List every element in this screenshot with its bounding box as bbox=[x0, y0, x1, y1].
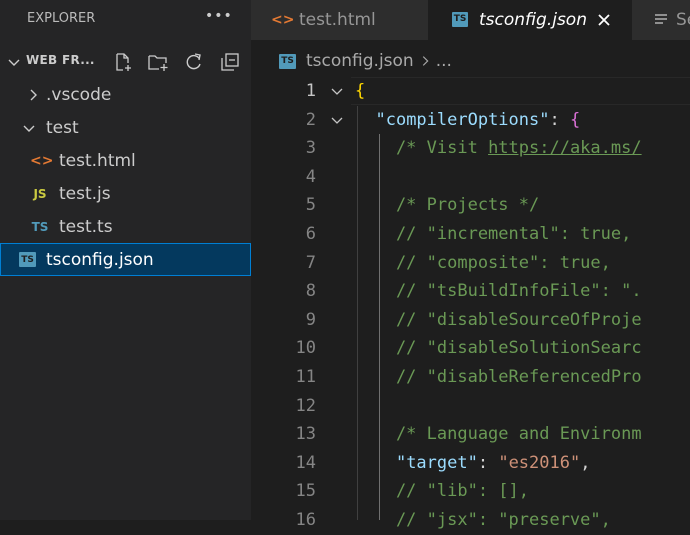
code-line: 9 // "disableSourceOfProje bbox=[251, 306, 690, 335]
code-text: "compilerOptions": { bbox=[375, 109, 581, 130]
chevron-right-icon bbox=[422, 56, 429, 66]
code-line: 4 bbox=[251, 163, 690, 192]
workspace-title: WEB FR... bbox=[26, 53, 95, 67]
ts-icon: TS bbox=[31, 219, 49, 234]
code-text: // "composite": true, bbox=[355, 252, 611, 273]
tab-test-html[interactable]: <> test.html bbox=[251, 0, 428, 40]
js-icon: JS bbox=[33, 186, 47, 201]
new-folder-icon[interactable] bbox=[147, 51, 169, 73]
code-text: // "tsBuildInfoFile": ". bbox=[355, 281, 642, 302]
workspace-section-header[interactable]: WEB FR... bbox=[0, 48, 251, 74]
explorer-header: EXPLORER ••• bbox=[0, 0, 251, 36]
tree-item-label: tsconfig.json bbox=[46, 249, 154, 270]
chevron-right-icon bbox=[30, 89, 37, 100]
line-number: 16 bbox=[295, 510, 316, 530]
line-number: 1 bbox=[305, 81, 316, 101]
line-number: 9 bbox=[305, 309, 316, 330]
code-text: /* Language and Environm bbox=[355, 424, 642, 445]
line-number: 2 bbox=[305, 109, 316, 130]
code-line: 1{ bbox=[251, 77, 690, 106]
line-number: 8 bbox=[305, 281, 316, 302]
tab-bar: <> test.html TS tsconfig.json Se bbox=[251, 0, 690, 40]
collapse-all-icon[interactable] bbox=[219, 51, 241, 73]
tree-item-test-html[interactable]: <> test.html bbox=[0, 144, 251, 177]
line-number: 11 bbox=[295, 367, 316, 387]
settings-list-icon bbox=[655, 14, 667, 24]
tree-item-label: .vscode bbox=[46, 84, 112, 105]
tab-label: test.html bbox=[299, 10, 376, 30]
tsconfig-icon: TS bbox=[452, 12, 468, 27]
code-line: 14 "target": "es2016", bbox=[251, 449, 690, 478]
close-icon[interactable] bbox=[596, 12, 612, 28]
code-text: "target": "es2016", bbox=[395, 452, 591, 473]
breadcrumb: TS tsconfig.json ... bbox=[279, 48, 452, 74]
line-number: 7 bbox=[305, 252, 316, 273]
tree-item-test-ts[interactable]: TS test.ts bbox=[0, 210, 251, 243]
breadcrumb-file[interactable]: tsconfig.json bbox=[306, 51, 414, 71]
code-text: // "lib": [], bbox=[355, 481, 529, 502]
code-line: 7 // "composite": true, bbox=[251, 249, 690, 278]
line-number: 4 bbox=[305, 166, 316, 187]
code-line: 2 "compilerOptions": { bbox=[251, 106, 690, 135]
tree-item-tsconfig-json[interactable]: TS tsconfig.json bbox=[0, 243, 251, 276]
html-icon: <> bbox=[30, 152, 54, 169]
new-file-icon[interactable] bbox=[112, 51, 134, 73]
line-number: 12 bbox=[295, 395, 316, 416]
line-number: 10 bbox=[295, 338, 316, 359]
code-text: // "jsx": "preserve", bbox=[355, 510, 611, 530]
tab-settings[interactable]: Se bbox=[632, 0, 690, 40]
code-line: 3 /* Visit https://aka.ms/ bbox=[251, 134, 690, 163]
editor-area: <> test.html TS tsconfig.json Se TS tsco… bbox=[251, 0, 690, 530]
explorer-title: EXPLORER bbox=[27, 10, 96, 26]
tree-item-vscode-folder[interactable]: .vscode bbox=[0, 78, 251, 111]
code-line: 10 // "disableSolutionSearc bbox=[251, 334, 690, 363]
code-line: 6 // "incremental": true, bbox=[251, 220, 690, 249]
line-number: 3 bbox=[305, 138, 316, 159]
code-line: 15 // "lib": [], bbox=[251, 477, 690, 506]
code-line: 8 // "tsBuildInfoFile": ". bbox=[251, 277, 690, 306]
code-line: 12 bbox=[251, 392, 690, 421]
line-number: 13 bbox=[295, 424, 316, 445]
more-actions-icon[interactable]: ••• bbox=[205, 8, 233, 24]
code-editor[interactable]: 1{ 2 "compilerOptions": { 3 /* Visit htt… bbox=[251, 77, 690, 530]
code-line: 16 // "jsx": "preserve", bbox=[251, 506, 690, 535]
tree-item-label: test.js bbox=[59, 183, 111, 204]
code-line: 13 /* Language and Environm bbox=[251, 420, 690, 449]
tsconfig-icon: TS bbox=[279, 53, 296, 69]
chevron-down-icon bbox=[8, 59, 20, 66]
code-text: // "disableReferencedPro bbox=[355, 367, 642, 387]
html-icon: <> bbox=[271, 12, 295, 28]
code-text: { bbox=[355, 81, 366, 101]
code-line: 5 /* Projects */ bbox=[251, 191, 690, 220]
code-text: // "incremental": true, bbox=[355, 224, 632, 244]
tree-item-label: test bbox=[46, 117, 79, 138]
tree-item-label: test.ts bbox=[59, 216, 113, 237]
chevron-down-icon bbox=[23, 125, 35, 132]
line-number: 5 bbox=[305, 195, 316, 216]
tab-label: Se bbox=[676, 10, 690, 30]
code-text: /* Visit https://aka.ms/ bbox=[355, 138, 642, 159]
explorer-sidebar: EXPLORER ••• WEB FR... .vscode test <> t… bbox=[0, 0, 251, 520]
tab-label: tsconfig.json bbox=[479, 10, 587, 30]
breadcrumb-symbol[interactable]: ... bbox=[436, 51, 452, 71]
line-number: 6 bbox=[305, 224, 316, 244]
line-number: 15 bbox=[295, 481, 316, 502]
code-text: /* Projects */ bbox=[355, 195, 540, 216]
code-text: // "disableSolutionSearc bbox=[355, 338, 642, 359]
code-text: // "disableSourceOfProje bbox=[355, 309, 642, 330]
code-line: 11 // "disableReferencedPro bbox=[251, 363, 690, 392]
tree-item-test-folder[interactable]: test bbox=[0, 111, 251, 144]
tab-tsconfig-json[interactable]: TS tsconfig.json bbox=[428, 0, 632, 40]
tree-item-test-js[interactable]: JS test.js bbox=[0, 177, 251, 210]
line-number: 14 bbox=[295, 452, 316, 473]
tsconfig-icon: TS bbox=[19, 252, 36, 267]
tree-item-label: test.html bbox=[59, 150, 136, 171]
refresh-icon[interactable] bbox=[183, 51, 205, 73]
